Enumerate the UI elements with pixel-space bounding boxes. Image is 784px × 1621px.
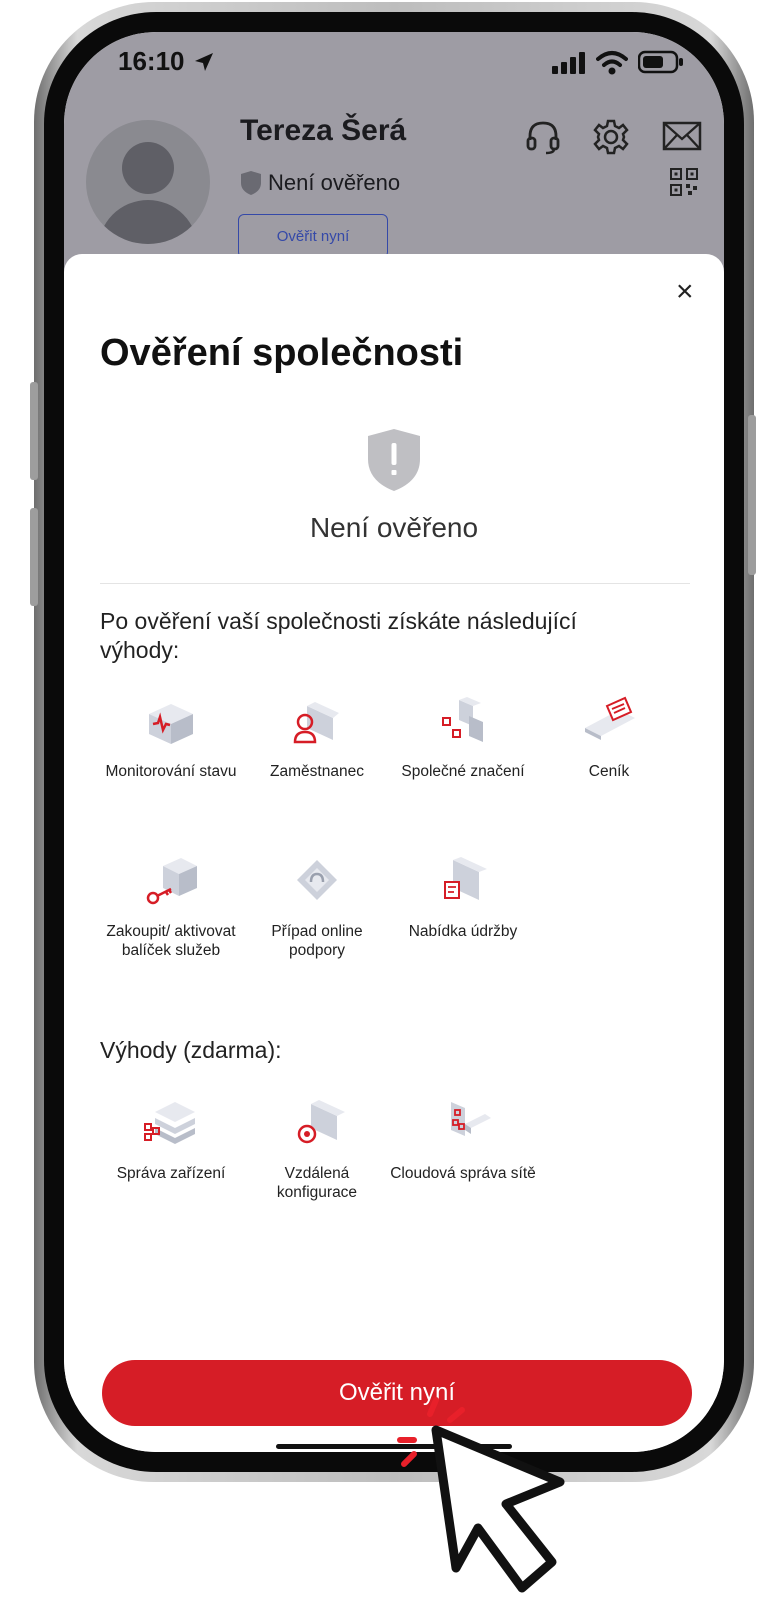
benefit-label: Správa zařízení bbox=[116, 1165, 226, 1182]
modal-title: Ověření společnosti bbox=[100, 332, 464, 374]
phone-screen: 16:10 Tereza Šerá Není ověřeno Ověřit ny… bbox=[64, 32, 724, 1452]
benefit-employee[interactable]: Zaměstnanec bbox=[244, 692, 390, 781]
qr-code-icon[interactable] bbox=[670, 168, 698, 196]
employee-icon bbox=[293, 702, 339, 744]
monitoring-icon bbox=[149, 704, 193, 744]
avatar bbox=[86, 120, 210, 244]
benefit-label: Zakoupit/ aktivovat balíček služeb bbox=[106, 923, 236, 959]
headset-icon[interactable] bbox=[524, 118, 562, 156]
shield-warning-icon bbox=[368, 429, 420, 491]
benefit-remote-config[interactable]: Vzdálená konfigurace bbox=[244, 1094, 390, 1202]
profile-name: Tereza Šerá bbox=[240, 114, 407, 147]
remote-config-icon bbox=[297, 1100, 345, 1144]
gear-icon[interactable] bbox=[592, 118, 630, 156]
benefit-label: Cloudová správa sítě bbox=[390, 1165, 536, 1182]
benefit-device-management[interactable]: Správa zařízení bbox=[98, 1094, 244, 1183]
mail-icon[interactable] bbox=[662, 120, 702, 152]
profile-verification-status: Není ověřeno bbox=[268, 170, 401, 195]
device-management-icon bbox=[144, 1102, 195, 1144]
power-button bbox=[748, 415, 756, 575]
benefit-label: Monitorování stavu bbox=[105, 763, 237, 780]
benefit-label: Společné značení bbox=[401, 763, 525, 780]
benefit-online-support[interactable]: Případ online podpory bbox=[244, 852, 390, 960]
benefit-cloud-network[interactable]: Cloudová správa sítě bbox=[390, 1094, 536, 1183]
maintenance-offer-icon bbox=[444, 857, 487, 900]
benefit-label: Nabídka údržby bbox=[408, 923, 518, 940]
benefit-label: Zaměstnanec bbox=[270, 763, 364, 780]
benefit-service-package[interactable]: Zakoupit/ aktivovat balíček služeb bbox=[98, 852, 244, 960]
online-support-icon bbox=[297, 860, 337, 900]
free-benefits-title: Výhody (zdarma): bbox=[100, 1037, 282, 1063]
cloud-network-icon bbox=[451, 1102, 491, 1136]
shield-small-icon bbox=[241, 171, 261, 195]
benefit-monitoring[interactable]: Monitorování stavu bbox=[98, 692, 244, 781]
benefit-label: Ceník bbox=[588, 763, 630, 780]
volume-up-button bbox=[30, 382, 38, 480]
close-icon[interactable]: × bbox=[676, 277, 694, 307]
verification-status-label: Není ověřeno bbox=[309, 512, 479, 543]
divider bbox=[100, 583, 690, 584]
benefit-label: Případ online podpory bbox=[271, 923, 363, 959]
service-package-icon bbox=[146, 858, 197, 905]
benefit-pricelist[interactable]: Ceník bbox=[536, 692, 682, 781]
benefit-label: Vzdálená konfigurace bbox=[276, 1165, 358, 1201]
pricelist-icon bbox=[585, 696, 635, 740]
location-arrow-icon bbox=[195, 53, 213, 71]
benefit-maintenance-offer[interactable]: Nabídka údržby bbox=[390, 852, 536, 941]
volume-down-button bbox=[30, 508, 38, 606]
co-branding-icon bbox=[442, 697, 483, 742]
hand-cursor-icon bbox=[431, 1425, 565, 1593]
benefits-intro: Po ověření vaší společnosti získáte násl… bbox=[100, 608, 577, 663]
status-time: 16:10 bbox=[118, 46, 185, 76]
benefit-cobranding[interactable]: Společné značení bbox=[390, 692, 536, 781]
wifi-icon bbox=[596, 51, 628, 75]
verify-now-small-button[interactable]: Ověřit nyní bbox=[238, 214, 388, 258]
signal-icon bbox=[552, 52, 585, 74]
battery-icon bbox=[638, 50, 683, 74]
